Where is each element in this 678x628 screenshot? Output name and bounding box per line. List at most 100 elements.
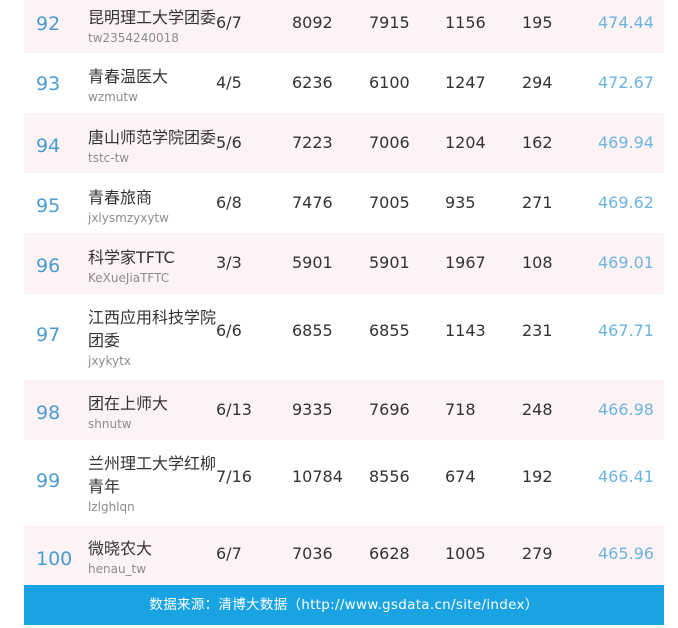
account-id: jxykytx xyxy=(88,354,131,368)
likes-cell: 271 xyxy=(522,193,553,212)
account-id: henau_tw xyxy=(88,562,147,576)
rank-number: 96 xyxy=(36,255,61,277)
table-row: 98 团在上师大 shnutw 6/13 9335 7696 718 248 4… xyxy=(24,380,664,440)
account-cell: 科学家TFTC KeXueJiaTFTC xyxy=(88,246,220,286)
posts-cell: 6/7 xyxy=(216,544,242,563)
data-source-footer: 数据来源：清博大数据（http://www.gsdata.cn/site/ind… xyxy=(24,585,664,625)
table-row: 93 青春温医大 wzmutw 4/5 6236 6100 1247 294 4… xyxy=(24,53,664,113)
account-cell: 江西应用科技学院团委 jxykytx xyxy=(88,306,220,369)
posts-cell: 6/8 xyxy=(216,193,242,212)
total-reads-cell: 8092 xyxy=(292,13,333,32)
posts-cell: 6/6 xyxy=(216,321,242,340)
index-cell: 469.62 xyxy=(598,193,654,212)
max-reads-cell: 6855 xyxy=(369,321,410,340)
posts-cell: 4/5 xyxy=(216,73,242,92)
posts-cell: 5/6 xyxy=(216,133,242,152)
likes-cell: 294 xyxy=(522,73,553,92)
posts-cell: 7/16 xyxy=(216,467,252,486)
table-row: 100 微晓农大 henau_tw 6/7 7036 6628 1005 279… xyxy=(24,526,664,585)
total-reads-cell: 7036 xyxy=(292,544,333,563)
account-id: shnutw xyxy=(88,417,132,431)
posts-cell: 6/13 xyxy=(216,400,252,419)
ranking-table: 92 昆明理工大学团委 tw2354240018 6/7 8092 7915 1… xyxy=(24,0,664,585)
rank-number: 98 xyxy=(36,402,61,424)
account-name: 昆明理工大学团委 xyxy=(88,8,217,27)
account-cell: 唐山师范学院团委 tstc-tw xyxy=(88,126,220,166)
account-id: tstc-tw xyxy=(88,151,130,165)
table-row: 97 江西应用科技学院团委 jxykytx 6/6 6855 6855 1143… xyxy=(24,294,664,380)
likes-cell: 248 xyxy=(522,400,553,419)
index-cell: 469.01 xyxy=(598,253,654,272)
account-id: tw2354240018 xyxy=(88,31,179,45)
likes-cell: 192 xyxy=(522,467,553,486)
rank-number: 92 xyxy=(36,13,61,35)
max-reads-cell: 6100 xyxy=(369,73,410,92)
account-name: 唐山师范学院团委 xyxy=(88,128,217,147)
table-row: 96 科学家TFTC KeXueJiaTFTC 3/3 5901 5901 19… xyxy=(24,233,664,294)
likes-cell: 162 xyxy=(522,133,553,152)
rank-number: 99 xyxy=(36,470,61,492)
table-row: 99 兰州理工大学红柳青年 lzlghlqn 7/16 10784 8556 6… xyxy=(24,440,664,526)
max-reads-cell: 7915 xyxy=(369,13,410,32)
total-reads-cell: 6855 xyxy=(292,321,333,340)
max-reads-cell: 5901 xyxy=(369,253,410,272)
account-id: KeXueJiaTFTC xyxy=(88,271,170,285)
account-cell: 青春温医大 wzmutw xyxy=(88,65,220,105)
max-reads-cell: 7006 xyxy=(369,133,410,152)
rank-number: 94 xyxy=(36,135,61,157)
avg-reads-cell: 1247 xyxy=(445,73,486,92)
avg-reads-cell: 935 xyxy=(445,193,476,212)
account-id: wzmutw xyxy=(88,90,138,104)
likes-cell: 279 xyxy=(522,544,553,563)
rank-number: 100 xyxy=(36,548,73,570)
index-cell: 466.41 xyxy=(598,467,654,486)
avg-reads-cell: 1967 xyxy=(445,253,486,272)
index-cell: 466.98 xyxy=(598,400,654,419)
rank-number: 97 xyxy=(36,324,61,346)
total-reads-cell: 7223 xyxy=(292,133,333,152)
likes-cell: 195 xyxy=(522,13,553,32)
total-reads-cell: 9335 xyxy=(292,400,333,419)
account-name: 江西应用科技学院团委 xyxy=(88,308,217,350)
likes-cell: 231 xyxy=(522,321,553,340)
avg-reads-cell: 674 xyxy=(445,467,476,486)
table-row: 94 唐山师范学院团委 tstc-tw 5/6 7223 7006 1204 1… xyxy=(24,113,664,173)
likes-cell: 108 xyxy=(522,253,553,272)
index-cell: 472.67 xyxy=(598,73,654,92)
account-name: 团在上师大 xyxy=(88,394,169,413)
posts-cell: 3/3 xyxy=(216,253,242,272)
account-cell: 微晓农大 henau_tw xyxy=(88,537,220,577)
account-name: 青春旅商 xyxy=(88,188,153,207)
account-id: jxlysmzyxytw xyxy=(88,211,169,225)
total-reads-cell: 5901 xyxy=(292,253,333,272)
avg-reads-cell: 1156 xyxy=(445,13,486,32)
table-row: 92 昆明理工大学团委 tw2354240018 6/7 8092 7915 1… xyxy=(24,0,664,53)
account-name: 科学家TFTC xyxy=(88,248,175,267)
account-name: 微晓农大 xyxy=(88,539,153,558)
avg-reads-cell: 1204 xyxy=(445,133,486,152)
total-reads-cell: 10784 xyxy=(292,467,343,486)
max-reads-cell: 7696 xyxy=(369,400,410,419)
avg-reads-cell: 1005 xyxy=(445,544,486,563)
account-name: 青春温医大 xyxy=(88,67,169,86)
total-reads-cell: 6236 xyxy=(292,73,333,92)
account-cell: 团在上师大 shnutw xyxy=(88,392,220,432)
avg-reads-cell: 718 xyxy=(445,400,476,419)
account-id: lzlghlqn xyxy=(88,500,135,514)
index-cell: 474.44 xyxy=(598,13,654,32)
index-cell: 465.96 xyxy=(598,544,654,563)
rank-number: 95 xyxy=(36,195,61,217)
index-cell: 467.71 xyxy=(598,321,654,340)
rank-number: 93 xyxy=(36,73,61,95)
total-reads-cell: 7476 xyxy=(292,193,333,212)
account-cell: 青春旅商 jxlysmzyxytw xyxy=(88,186,220,226)
posts-cell: 6/7 xyxy=(216,13,242,32)
index-cell: 469.94 xyxy=(598,133,654,152)
avg-reads-cell: 1143 xyxy=(445,321,486,340)
account-name: 兰州理工大学红柳青年 xyxy=(88,454,217,496)
account-cell: 兰州理工大学红柳青年 lzlghlqn xyxy=(88,452,220,515)
account-cell: 昆明理工大学团委 tw2354240018 xyxy=(88,6,220,46)
max-reads-cell: 6628 xyxy=(369,544,410,563)
table-row: 95 青春旅商 jxlysmzyxytw 6/8 7476 7005 935 2… xyxy=(24,173,664,233)
max-reads-cell: 8556 xyxy=(369,467,410,486)
